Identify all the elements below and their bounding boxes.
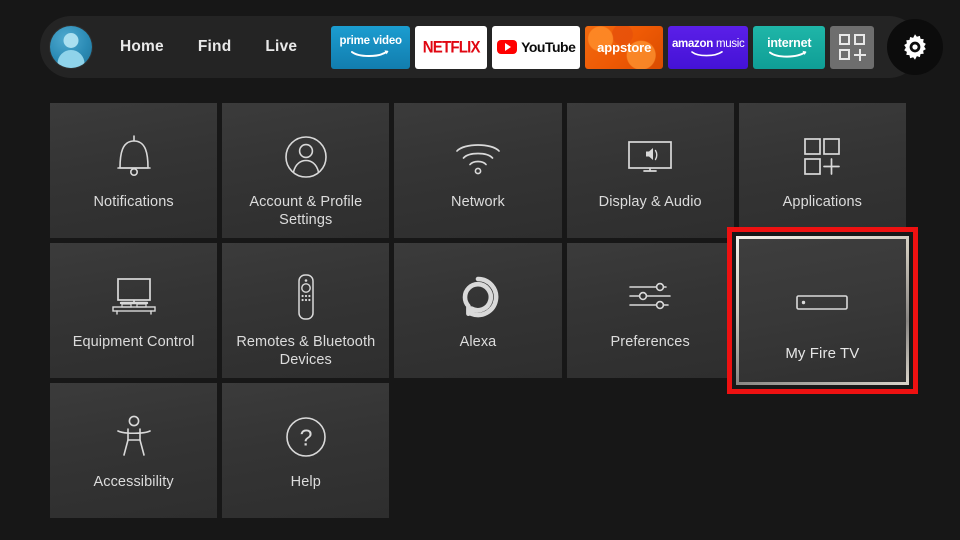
settings-tile-network[interactable]: Network: [394, 103, 562, 238]
appstore-label: appstore: [597, 39, 652, 55]
settings-gear-button[interactable]: [889, 21, 942, 73]
gear-icon: [904, 34, 927, 60]
accessibility-icon: [115, 413, 153, 461]
app-shortcut-list: prime video NETFLIX YouTube appstore ama…: [331, 25, 879, 69]
settings-tile-applications[interactable]: Applications: [738, 103, 906, 238]
person-circle-icon: [283, 133, 329, 181]
amazon-music-label-bold: amazon: [671, 37, 713, 50]
selection-highlight: My Fire TV: [735, 236, 909, 385]
settings-tile-help[interactable]: ? Help: [222, 383, 390, 518]
settings-tile-label: Help: [290, 474, 321, 490]
avatar-head: [63, 33, 79, 48]
amazon-smile-icon: [769, 50, 807, 58]
remote-icon: [293, 273, 319, 321]
internet-logo: internet: [767, 35, 812, 59]
settings-tile-notifications[interactable]: Notifications: [50, 103, 218, 238]
settings-tile-remotes-bluetooth-devices[interactable]: Remotes & Bluetooth Devices: [222, 243, 390, 378]
question-circle-icon: ?: [284, 413, 328, 461]
nav-item-home[interactable]: Home: [120, 38, 164, 56]
app-netflix[interactable]: NETFLIX: [415, 25, 488, 69]
amazon-music-logo: amazon music: [672, 38, 745, 57]
settings-tile-display-audio[interactable]: Display & Audio: [566, 103, 734, 238]
app-prime-video[interactable]: prime video: [331, 25, 411, 69]
amazon-music-label-light: music: [715, 37, 745, 50]
settings-tile-label: Preferences: [610, 334, 690, 350]
tv-stand-icon: [108, 273, 160, 321]
settings-tile-label: Account & Profile Settings: [249, 194, 363, 229]
settings-tile-my-fire-tv[interactable]: My Fire TV: [726, 227, 918, 394]
avatar-body: [57, 50, 85, 68]
prime-video-label: prime video: [339, 34, 403, 47]
settings-tile-label: Display & Audio: [598, 194, 702, 210]
netflix-label: NETFLIX: [422, 37, 481, 57]
prime-video-logo: prime video: [339, 34, 403, 59]
settings-tile-label: Accessibility: [93, 474, 174, 490]
svg-text:?: ?: [299, 425, 312, 451]
app-amazon-music[interactable]: amazon music: [668, 25, 749, 69]
fire-tv-settings-screen: Home Find Live prime video NETFLIX YouTu…: [0, 0, 960, 540]
firetv-stick-icon: [794, 279, 850, 327]
apps-grid-plus-icon: [839, 34, 866, 61]
settings-tile-alexa[interactable]: Alexa: [394, 243, 562, 378]
top-navigation-bar: Home Find Live prime video NETFLIX YouTu…: [40, 16, 942, 78]
apps-grid-plus-icon: [799, 133, 845, 181]
settings-tile-preferences[interactable]: Preferences: [566, 243, 734, 378]
settings-tile-equipment-control[interactable]: Equipment Control: [50, 243, 218, 378]
settings-tile-label: Network: [451, 194, 505, 210]
youtube-label: YouTube: [521, 39, 576, 55]
bell-icon: [113, 133, 155, 181]
profile-avatar[interactable]: [50, 26, 92, 68]
sliders-icon: [626, 273, 674, 321]
settings-tile-label: Equipment Control: [72, 334, 195, 350]
settings-tile-label: Applications: [782, 194, 863, 210]
nav-item-live[interactable]: Live: [265, 38, 297, 56]
settings-tile-label: Notifications: [93, 194, 174, 210]
settings-tile-label: Remotes & Bluetooth Devices: [236, 334, 376, 369]
settings-tile-grid: Notifications Account & Profile Settings: [50, 103, 918, 518]
amazon-smile-icon: [691, 50, 724, 56]
app-appstore[interactable]: appstore: [585, 25, 664, 69]
app-internet[interactable]: internet: [753, 25, 826, 69]
tv-speaker-icon: [624, 133, 676, 181]
alexa-ring-icon: [456, 273, 500, 321]
settings-tile-label: My Fire TV: [785, 345, 860, 362]
nav-links: Home Find Live: [120, 38, 331, 56]
settings-tile-account-profile-settings[interactable]: Account & Profile Settings: [222, 103, 390, 238]
app-library-button[interactable]: [830, 25, 875, 69]
internet-label: internet: [767, 35, 812, 50]
app-youtube[interactable]: YouTube: [492, 25, 581, 69]
nav-item-find[interactable]: Find: [198, 38, 232, 56]
youtube-play-icon: [497, 40, 518, 54]
settings-tile-accessibility[interactable]: Accessibility: [50, 383, 218, 518]
settings-tile-label: Alexa: [459, 334, 497, 350]
wifi-icon: [454, 133, 502, 181]
youtube-logo: YouTube: [497, 39, 576, 55]
amazon-smile-icon: [350, 50, 389, 58]
